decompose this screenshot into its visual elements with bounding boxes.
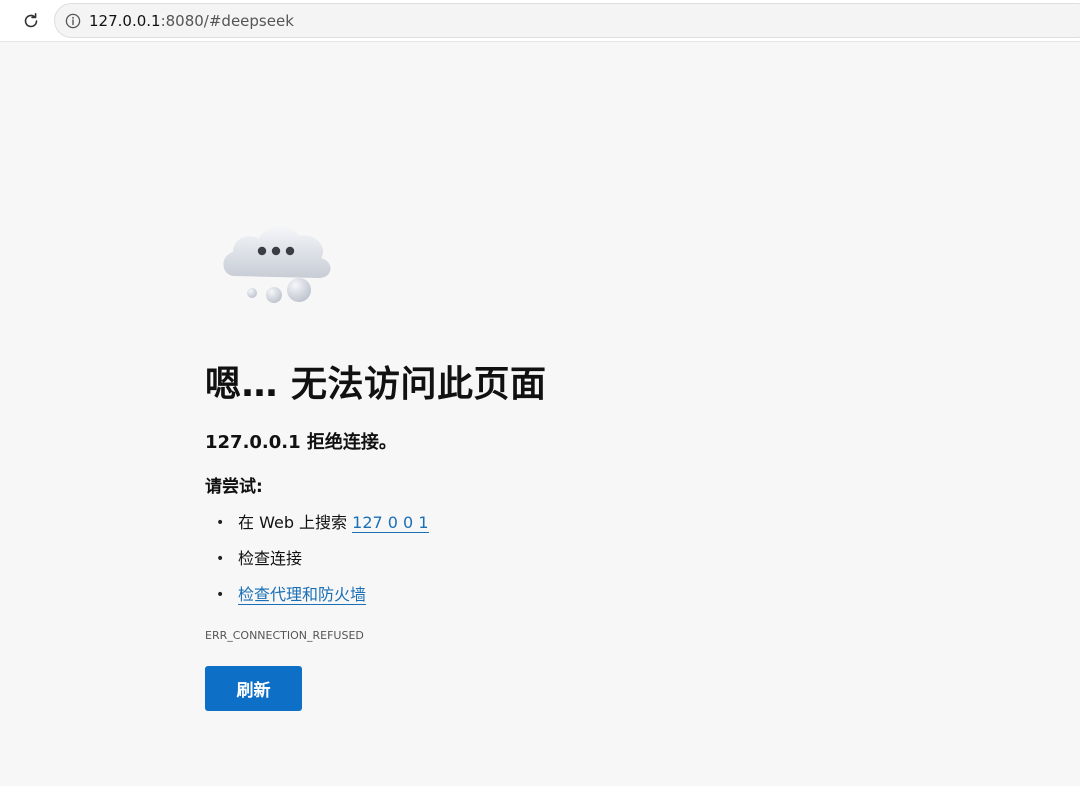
search-web-link[interactable]: 127 0 0 1 — [352, 513, 429, 533]
check-proxy-firewall-link[interactable]: 检查代理和防火墙 — [238, 585, 367, 605]
reload-icon — [24, 13, 38, 28]
reload-button[interactable] — [18, 8, 44, 34]
info-icon[interactable] — [64, 12, 82, 30]
cloud-with-dots-icon — [223, 225, 331, 303]
list-item: • 在 Web 上搜索 127 0 0 1 — [205, 510, 429, 546]
bullet: • — [216, 515, 225, 531]
error-code: ERR_CONNECTION_REFUSED — [205, 629, 364, 642]
browser-toolbar: 127.0.0.1:8080/#deepseek — [0, 0, 1080, 42]
list-item: • 检查代理和防火墙 — [205, 582, 429, 618]
url-host: 127.0.0.1 — [89, 12, 161, 30]
refresh-button[interactable]: 刷新 — [205, 666, 302, 711]
url-path: :8080/#deepseek — [160, 12, 294, 30]
search-suggestion-text: 在 Web 上搜索 — [238, 513, 353, 532]
try-label: 请尝试: — [205, 477, 263, 497]
error-description: 127.0.0.1 拒绝连接。 — [205, 432, 397, 453]
bullet: • — [216, 551, 225, 567]
check-connection-text: 检查连接 — [238, 549, 303, 568]
list-item: • 检查连接 — [205, 546, 429, 582]
bullet: • — [216, 587, 225, 603]
page-title: 嗯… 无法访问此页面 — [205, 364, 547, 405]
url-text: 127.0.0.1:8080/#deepseek — [89, 12, 294, 30]
address-bar[interactable]: 127.0.0.1:8080/#deepseek — [54, 3, 1080, 38]
suggestion-list: • 在 Web 上搜索 127 0 0 1 • 检查连接 • 检查代理和防火墙 — [205, 510, 429, 618]
